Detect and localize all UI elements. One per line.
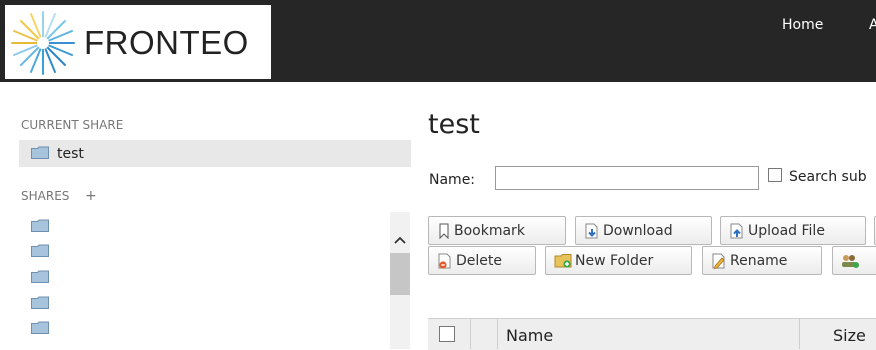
name-label: Name: [429, 172, 476, 188]
folder-icon[interactable] [31, 321, 49, 334]
select-all-checkbox[interactable] [439, 326, 455, 342]
search-subfolders-label: Search sub [789, 169, 867, 185]
share-users-icon [842, 254, 859, 268]
upload-file-label: Upload File [748, 222, 825, 239]
folder-icon[interactable] [31, 296, 49, 309]
folder-icon[interactable] [31, 270, 49, 283]
download-label: Download [603, 222, 673, 239]
add-share-icon[interactable]: + [85, 188, 97, 204]
column-header-name[interactable]: Name [506, 326, 553, 345]
chevron-up-icon [394, 236, 406, 244]
name-search-input[interactable] [495, 166, 759, 190]
column-divider [470, 318, 471, 349]
top-header: FRONTEO Home A [0, 0, 876, 82]
delete-label: Delete [456, 252, 502, 269]
upload-icon [730, 223, 743, 238]
download-icon [585, 223, 598, 238]
delete-button[interactable]: Delete [428, 246, 536, 275]
current-share-label: CURRENT SHARE [21, 118, 124, 132]
bookmark-label: Bookmark [454, 222, 525, 239]
shares-label: SHARES [21, 189, 70, 203]
file-table-header [428, 318, 876, 350]
search-subfolders-checkbox[interactable] [768, 168, 782, 182]
column-divider [497, 318, 498, 349]
folder-icon[interactable] [31, 219, 49, 232]
nav-home[interactable]: Home [782, 17, 823, 33]
page-title: test [428, 109, 480, 140]
new-folder-icon [554, 253, 572, 268]
new-folder-label: New Folder [575, 252, 654, 269]
download-button[interactable]: Download [575, 216, 712, 245]
column-divider [799, 318, 800, 349]
folder-icon [31, 146, 49, 159]
bookmark-icon [439, 223, 449, 239]
bookmark-button[interactable]: Bookmark [428, 216, 566, 245]
rename-icon [712, 253, 725, 269]
new-folder-button[interactable]: New Folder [545, 246, 692, 275]
upload-file-button[interactable]: Upload File [720, 216, 866, 245]
logo-burst-icon [11, 11, 75, 75]
scroll-thumb[interactable] [390, 253, 410, 295]
current-share-item[interactable]: test [19, 140, 411, 167]
brand-logo[interactable]: FRONTEO [5, 5, 271, 79]
rename-label: Rename [730, 252, 788, 269]
brand-name: FRONTEO [84, 24, 249, 61]
column-header-size[interactable]: Size [833, 326, 866, 345]
share-users-button[interactable] [832, 246, 876, 275]
current-share-name: test [57, 146, 84, 162]
scroll-up-button[interactable] [390, 228, 410, 252]
rename-button[interactable]: Rename [702, 246, 822, 275]
delete-icon [438, 253, 451, 269]
nav-item-truncated[interactable]: A [869, 17, 876, 33]
folder-icon[interactable] [31, 244, 49, 257]
